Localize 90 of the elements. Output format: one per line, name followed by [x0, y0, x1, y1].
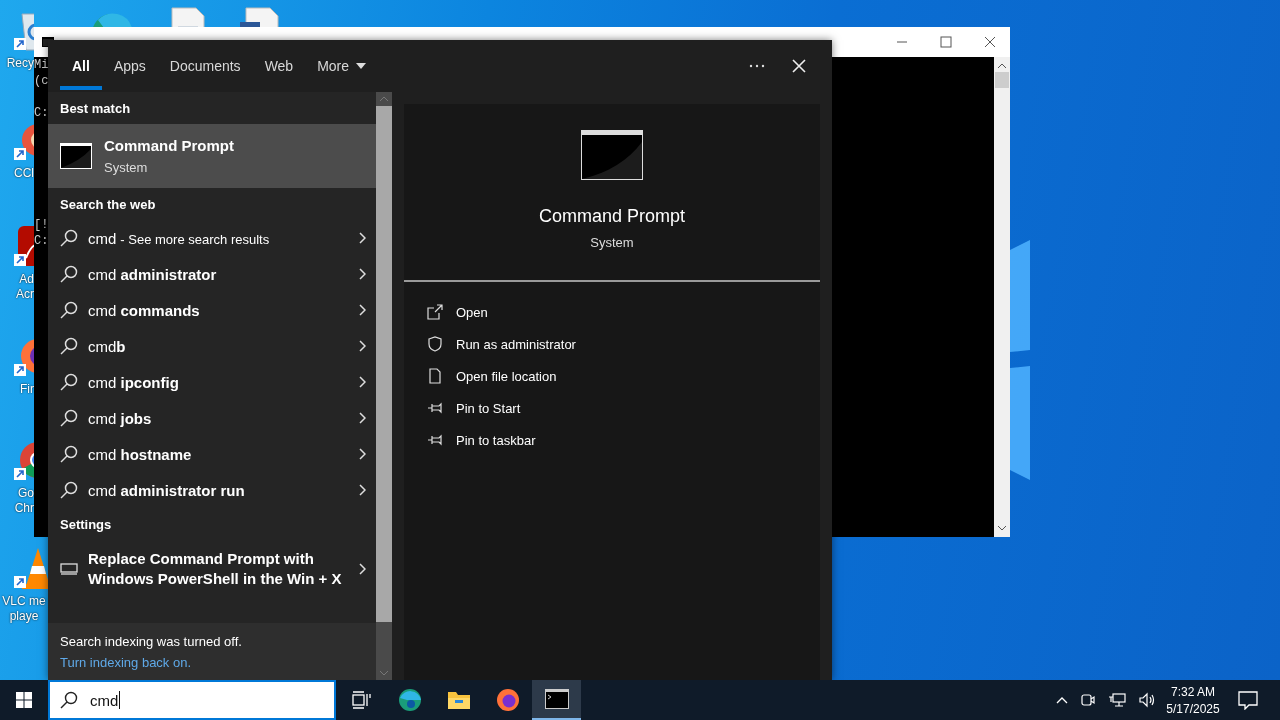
section-heading: Best match — [59, 99, 132, 118]
web-result-item[interactable]: cmd - See more search results — [48, 220, 376, 256]
close-icon[interactable] — [984, 36, 996, 48]
desktop-icon-label: Go Chr — [13, 486, 34, 516]
browser-icon — [397, 688, 422, 712]
search-icon — [60, 373, 78, 391]
indexing-message: Search indexing was turned off. — [60, 633, 242, 649]
search-icon — [60, 691, 78, 709]
console-icon — [581, 130, 643, 180]
chevron-right-icon — [359, 304, 366, 316]
chevron-right-icon — [359, 484, 366, 496]
desktop-icon-label: Recy — [5, 56, 34, 71]
chevron-right-icon — [359, 232, 366, 244]
chevron-right-icon — [359, 563, 366, 575]
web-result-item[interactable]: cmd jobs — [48, 400, 376, 436]
folder-icon — [446, 690, 471, 710]
search-field[interactable]: cmd — [48, 680, 336, 720]
chevron-right-icon — [359, 376, 366, 388]
search-icon — [60, 265, 78, 283]
maximize-icon[interactable] — [940, 36, 952, 48]
app-title: Command Prompt — [538, 206, 686, 227]
pin-icon — [427, 432, 443, 448]
windows-logo-icon — [16, 692, 32, 708]
web-result-item[interactable]: cmd administrator run — [48, 472, 376, 508]
filter-tab[interactable]: Documents — [157, 40, 253, 92]
section-heading: Search the web — [59, 195, 157, 214]
pin-icon — [427, 400, 443, 416]
filter-tab[interactable]: More — [305, 40, 379, 92]
shield-icon — [427, 336, 443, 352]
document-icon[interactable] — [170, 6, 206, 27]
console-text: Mi — [34, 57, 49, 73]
chevron-right-icon — [359, 268, 366, 280]
volume-icon[interactable] — [1138, 692, 1156, 708]
chevron-down-icon[interactable] — [997, 525, 1007, 531]
section-heading: Settings — [59, 515, 113, 534]
chevron-right-icon — [359, 448, 366, 460]
action-item[interactable]: Run as administrator — [427, 328, 576, 360]
filter-tab[interactable]: All — [60, 40, 102, 92]
chevron-right-icon — [359, 340, 366, 352]
indexing-link[interactable]: Turn indexing back on. — [60, 654, 192, 670]
desktop-icon-label: Ad Acr — [15, 272, 34, 302]
clock-time[interactable]: 7:32 AM — [1171, 684, 1215, 699]
web-result-item[interactable]: cmdb — [48, 328, 376, 364]
search-icon — [60, 409, 78, 427]
settings-result-item[interactable]: Replace Command Prompt with Windows PowerShell in the Win + X — [48, 540, 376, 598]
close-icon — [792, 59, 806, 73]
console-icon — [544, 689, 569, 709]
console-text: C: — [34, 233, 49, 249]
web-result-item[interactable]: cmd hostname — [48, 436, 376, 472]
console-text: C: — [34, 105, 49, 121]
chevron-right-icon — [359, 412, 366, 424]
web-result-item[interactable]: cmd commands — [48, 292, 376, 328]
monitor-icon — [60, 563, 78, 575]
app-type: System — [590, 235, 634, 250]
search-icon — [60, 229, 78, 247]
search-icon — [60, 445, 78, 463]
desktop-icon-label: CCl — [13, 166, 34, 181]
chevron-up-icon[interactable] — [997, 63, 1007, 69]
open-icon — [427, 304, 443, 320]
action-item[interactable]: Pin to taskbar — [427, 424, 536, 456]
word-document-icon[interactable] — [240, 6, 280, 27]
network-icon[interactable] — [1108, 692, 1126, 708]
acrobat-icon[interactable] — [14, 224, 34, 268]
desktop-icon-label: VLC me playe — [1, 594, 47, 624]
action-item[interactable]: Pin to Start — [427, 392, 521, 424]
search-icon — [60, 481, 78, 499]
firefox-icon — [495, 688, 520, 712]
scroll-thumb[interactable] — [995, 72, 1009, 88]
taskbar-app-button[interactable] — [532, 680, 581, 720]
task-view-icon — [350, 690, 371, 710]
scrollbar[interactable] — [994, 57, 1010, 537]
clock-date[interactable]: 5/17/2025 — [1166, 701, 1220, 716]
camera-icon[interactable] — [1080, 692, 1096, 708]
search-icon — [60, 337, 78, 355]
more-icon — [749, 64, 765, 68]
desktop-icon-label: Fir — [19, 382, 34, 397]
notifications-icon[interactable] — [1238, 690, 1258, 710]
web-result-item[interactable]: cmd administrator — [48, 256, 376, 292]
web-result-item[interactable]: cmd ipconfig — [48, 364, 376, 400]
search-icon — [60, 301, 78, 319]
console-text: [! — [34, 217, 49, 233]
filter-tab[interactable]: Apps — [101, 40, 158, 92]
filter-tab[interactable]: Web — [252, 40, 306, 92]
caret-icon — [356, 63, 367, 69]
best-match-item[interactable]: Command Prompt System — [48, 124, 376, 188]
console-icon — [60, 143, 92, 169]
file-icon — [427, 368, 443, 384]
action-item[interactable]: Open file location — [427, 360, 557, 392]
console-text: (c — [34, 73, 49, 89]
action-item[interactable]: Open — [427, 296, 488, 328]
